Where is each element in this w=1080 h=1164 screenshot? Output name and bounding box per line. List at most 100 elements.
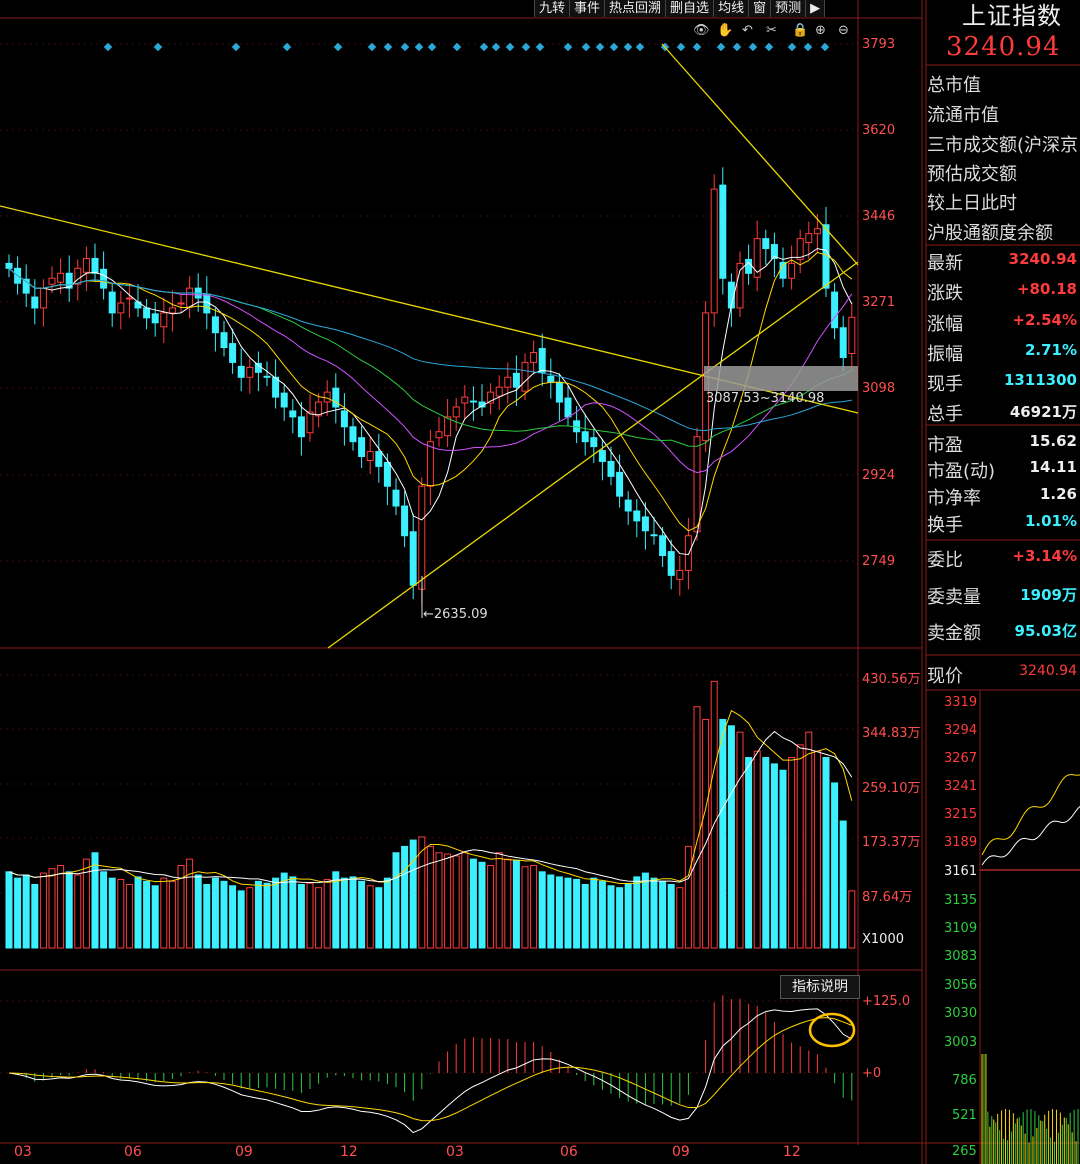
candle-body <box>297 416 305 438</box>
volume-bar <box>57 864 65 949</box>
candle-body <box>495 386 503 397</box>
toolbar-moving-average[interactable]: 均线 <box>714 0 750 17</box>
volume-bar <box>31 884 39 949</box>
volume-bar <box>48 868 56 949</box>
candle-body <box>547 375 555 383</box>
candle-body <box>839 327 847 358</box>
volume-bar <box>710 680 718 949</box>
mini-y-tick: 3003 <box>944 1035 978 1050</box>
volume-bar <box>839 820 847 949</box>
candle-body <box>461 396 469 404</box>
lock-icon[interactable]: 🔒 <box>792 23 808 38</box>
stat-row: 市盈(动) 14.11 <box>927 458 1077 482</box>
toolbar-hot-replay[interactable]: 热点回溯 <box>605 0 667 17</box>
x-tick: 03 <box>446 1144 464 1160</box>
volume-bar <box>108 877 116 949</box>
eye-icon[interactable]: 👁 <box>693 23 710 38</box>
volume-bar <box>186 858 194 949</box>
candle-body <box>684 535 692 571</box>
candle-body <box>246 366 254 378</box>
volume-bar <box>521 866 529 949</box>
volume-bar <box>392 852 400 949</box>
volume-bar <box>753 750 761 949</box>
toolbar-remove-watchlist[interactable]: 删自选 <box>666 0 715 17</box>
candle-body <box>409 531 417 586</box>
x-tick: 06 <box>560 1144 578 1160</box>
candle-body <box>263 375 271 378</box>
candle-body <box>177 302 185 305</box>
volume-bar <box>100 871 108 949</box>
volume-bar <box>538 871 546 949</box>
stat-row: 涨跌 +80.18 <box>927 280 1077 304</box>
mini-y-tick: 3319 <box>944 695 978 710</box>
candle-body <box>117 302 125 314</box>
mini-vol-tick: 521 <box>952 1108 977 1123</box>
toolbar-events[interactable]: 事件 <box>570 0 606 17</box>
candle-body <box>289 410 297 418</box>
volume-bar <box>409 839 417 949</box>
candle-body <box>366 451 374 461</box>
zoom-in-icon[interactable]: ⊕ <box>815 23 826 38</box>
vol-unit: X1000 <box>862 932 904 947</box>
candle-body <box>452 406 460 418</box>
macd-y-tick: +0 <box>862 1066 882 1081</box>
candle-body <box>530 352 538 363</box>
x-tick: 06 <box>124 1144 142 1160</box>
undo-icon[interactable]: ↶ <box>742 23 753 38</box>
volume-bar <box>91 852 99 949</box>
volume-bar <box>598 880 606 949</box>
volume-bar <box>229 885 237 949</box>
volume-bar <box>813 750 821 949</box>
volume-bar <box>65 871 73 949</box>
volume-bar <box>736 731 744 949</box>
stat-row: 最新 3240.94 <box>927 250 1077 274</box>
mini-y-tick: 3215 <box>944 807 978 822</box>
y-tick: 3098 <box>862 381 896 396</box>
candle-body <box>211 316 219 334</box>
volume-bar <box>289 876 297 949</box>
volume-bar <box>676 887 684 949</box>
volume-bar <box>375 887 383 949</box>
candle-body <box>151 313 159 324</box>
indicator-help-button[interactable]: 指标说明 <box>780 975 860 999</box>
candle-body <box>512 372 520 388</box>
low-price-label: ←2635.09 <box>423 607 488 622</box>
volume-bar <box>693 706 701 949</box>
hand-icon[interactable]: ✋ <box>717 23 733 38</box>
volume-bar <box>39 872 47 949</box>
candle-body <box>57 272 65 283</box>
candle-body <box>358 437 366 458</box>
volume-bar <box>727 725 735 949</box>
vol-y-tick: 87.64万 <box>862 890 913 905</box>
x-tick: 09 <box>235 1144 253 1160</box>
candle-body <box>48 277 56 285</box>
volume-bar <box>194 874 202 949</box>
play-arrow-icon[interactable]: ▶ <box>806 0 826 17</box>
stock-chart[interactable] <box>0 0 1080 1164</box>
candle-body <box>237 365 245 378</box>
candle-body <box>641 516 649 532</box>
candle-body <box>521 361 529 392</box>
toolbar-window[interactable]: 窗 <box>749 0 772 17</box>
volume-bar <box>633 876 641 949</box>
mini-y-tick: 3030 <box>944 1006 978 1021</box>
zoom-out-icon[interactable]: ⊖ <box>838 23 849 38</box>
candle-body <box>581 431 589 443</box>
candle-body <box>418 485 426 590</box>
candle-body <box>229 343 237 363</box>
candle-body <box>762 238 770 250</box>
stat-row: 委卖量 1909万 <box>927 586 1077 608</box>
volume-bar <box>805 731 813 949</box>
toolbar-forecast[interactable]: 预测 <box>771 0 807 17</box>
candle-body <box>108 291 116 314</box>
candle-body <box>710 188 718 314</box>
volume-bar <box>641 872 649 949</box>
volume-bar <box>297 884 305 949</box>
y-tick: 2924 <box>862 468 896 483</box>
candle-body <box>745 258 753 274</box>
volume-bar <box>650 877 658 949</box>
toolbar-nine-turn[interactable]: 九转 <box>535 0 571 17</box>
candle-body <box>616 471 624 497</box>
candle-body <box>590 437 598 448</box>
scissors-icon[interactable]: ✂ <box>766 23 777 38</box>
